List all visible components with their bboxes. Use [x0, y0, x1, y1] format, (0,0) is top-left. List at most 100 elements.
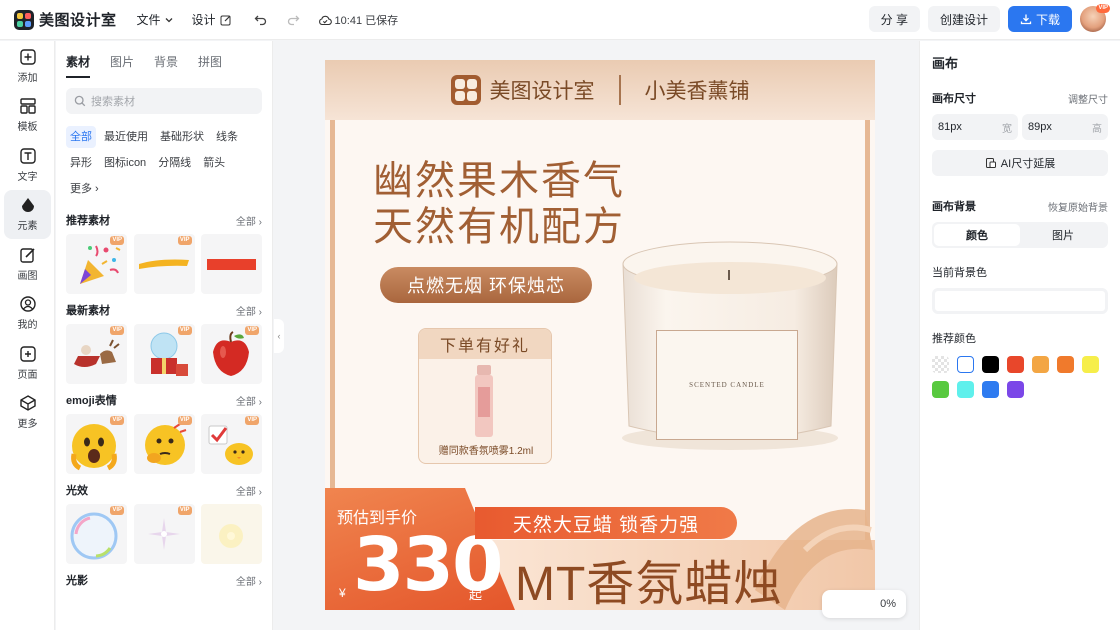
color-swatch[interactable]	[982, 356, 999, 373]
user-icon	[19, 296, 36, 312]
glow-effect[interactable]	[201, 504, 262, 564]
section-all-link[interactable]: 全部 ›	[236, 213, 262, 228]
section-all-link[interactable]: 全部 ›	[236, 483, 262, 498]
color-swatch[interactable]	[1057, 356, 1074, 373]
user-avatar[interactable]: VIP	[1080, 4, 1110, 32]
tab-images[interactable]: 图片	[110, 53, 134, 78]
rail-item-draw[interactable]: 画图	[0, 239, 55, 289]
search-input[interactable]: 搜索素材	[66, 88, 262, 114]
section-all-label: 全部	[235, 306, 256, 318]
color-swatch[interactable]	[932, 356, 949, 373]
chip-dividers[interactable]: 分隔线	[154, 152, 195, 174]
rail-item-text[interactable]: 文字	[0, 140, 55, 190]
color-swatch[interactable]	[1032, 356, 1049, 373]
rail-item-user[interactable]: 我的	[0, 289, 55, 339]
create-design-button[interactable]: 创建设计	[927, 6, 1000, 32]
gift-card[interactable]: 下单有好礼 赠同款香氛喷雾1.2ml	[418, 328, 552, 464]
filter-chips: 全部 最近使用 基础形状 线条 异形 图标icon 分隔线 箭头 更多 ›	[66, 126, 266, 204]
vip-badge: VIP	[177, 326, 192, 335]
download-button[interactable]: 下载	[1007, 6, 1072, 32]
chip-irregular[interactable]: 异形	[66, 152, 96, 174]
ai-resize-label: AI尺寸延展	[1000, 158, 1056, 170]
color-swatch[interactable]	[957, 356, 974, 373]
color-swatch[interactable]	[1007, 381, 1024, 398]
snow-globe-gift-sticker[interactable]: VIP	[133, 324, 195, 384]
rail-item-plus-square[interactable]: 添加	[0, 41, 55, 91]
height-value: 89px	[1028, 121, 1052, 133]
candle-label: SCENTED CANDLE	[656, 330, 798, 440]
reset-bg-link[interactable]: 恢复原始背景	[1048, 199, 1108, 214]
tab-image[interactable]: 图片	[1020, 224, 1106, 246]
width-field[interactable]: 81px 宽	[932, 114, 1018, 140]
color-swatch[interactable]	[932, 381, 949, 398]
chip-more[interactable]: 更多 ›	[66, 178, 103, 200]
chip-lines[interactable]: 线条	[212, 126, 242, 148]
tab-backgrounds[interactable]: 背景	[154, 53, 178, 78]
rail-item-cube[interactable]: 更多	[0, 388, 55, 438]
avatar-vip-badge: VIP	[1096, 4, 1110, 13]
feature-pill[interactable]: 点燃无烟 环保烛芯	[380, 267, 592, 303]
red-apple-sticker[interactable]: VIP	[201, 324, 262, 384]
undo-button[interactable]	[250, 9, 272, 31]
chip-arrows[interactable]: 箭头	[199, 152, 229, 174]
brand-logo-icon	[450, 75, 481, 105]
design-menu[interactable]: 设计	[192, 11, 232, 28]
checkbox-chick-sticker[interactable]: VIP	[201, 414, 262, 474]
plus-square-icon	[19, 49, 36, 65]
page-icon	[19, 346, 36, 362]
tab-collage[interactable]: 拼图	[198, 53, 222, 78]
shocked-emoji[interactable]: VIP	[66, 414, 127, 474]
chip-all[interactable]: 全部	[66, 126, 96, 148]
red-bar-shape[interactable]	[201, 234, 262, 294]
slogan-banner[interactable]: 天然大豆蜡 锁香力强	[475, 507, 737, 539]
ai-resize-button[interactable]: AI尺寸延展	[932, 150, 1108, 176]
vip-badge: VIP	[245, 416, 259, 425]
section-all-link[interactable]: 全部 ›	[236, 573, 262, 588]
share-button[interactable]: 分 享	[868, 6, 920, 32]
top-bar: 美图设计室 文件 设计 10:41 已保存 分 享 创建设计 下载 VIP	[0, 0, 1120, 40]
thinking-emoji[interactable]: VIP	[133, 414, 195, 474]
rail-item-shapes[interactable]: 元素	[4, 189, 51, 239]
app-logo[interactable]: 美图设计室	[14, 9, 117, 30]
width-unit: 宽	[1002, 123, 1012, 135]
brush-stroke-yellow[interactable]: VIP	[133, 234, 195, 294]
tab-materials[interactable]: 素材	[66, 53, 91, 78]
chip-recent[interactable]: 最近使用	[100, 126, 152, 148]
redo-button[interactable]	[282, 9, 304, 31]
file-menu[interactable]: 文件	[137, 11, 174, 28]
product-title[interactable]: MT香氛蜡烛	[515, 544, 782, 610]
party-popper-sticker[interactable]: VIP	[66, 234, 127, 294]
resize-link[interactable]: 调整尺寸	[1068, 91, 1108, 106]
sparkle-effect[interactable]: VIP	[133, 504, 195, 564]
section-all-label: 全部	[235, 396, 256, 408]
poster-headline[interactable]: 幽然果木香气 天然有机配方	[373, 158, 625, 250]
section-light-effects: 光效 全部 › VIP VIP	[66, 480, 262, 564]
color-swatch[interactable]	[982, 381, 999, 398]
chip-icons[interactable]: 图标icon	[100, 152, 150, 174]
color-swatch[interactable]	[957, 381, 974, 398]
color-swatches	[932, 356, 1112, 406]
poster-header[interactable]: 美图设计室 小美香薰铺	[325, 60, 875, 120]
headline-line-2: 天然有机配方	[373, 205, 625, 249]
search-placeholder: 搜索素材	[91, 96, 135, 108]
reindeer-sleigh-sticker[interactable]: VIP	[66, 324, 127, 384]
save-status: 10:41 已保存	[318, 12, 398, 28]
section-recommended: 推荐素材 全部 › VIP VIP	[66, 210, 262, 294]
poster-canvas[interactable]: 美图设计室 小美香薰铺 幽然果木香气 天然有机配方 点燃无烟 环保烛芯 下单有好…	[325, 60, 875, 610]
rail-item-template[interactable]: 模板	[0, 91, 55, 141]
tab-color[interactable]: 颜色	[934, 224, 1020, 246]
section-all-link[interactable]: 全部 ›	[236, 303, 262, 318]
draw-icon	[19, 248, 35, 263]
canvas-area: ‹ 美图设计室 小美香薰铺 幽然果木香气 天然有机配方 点燃无烟 环保烛芯 下单…	[274, 41, 918, 630]
color-swatch[interactable]	[1007, 356, 1024, 373]
chip-basic-shapes[interactable]: 基础形状	[156, 126, 208, 148]
color-swatch[interactable]	[1082, 356, 1099, 373]
rail-item-page[interactable]: 页面	[0, 338, 55, 388]
zoom-control[interactable]: 0%	[822, 590, 906, 618]
collapse-panel-button[interactable]: ‹	[274, 319, 284, 353]
height-field[interactable]: 89px 高	[1022, 114, 1108, 140]
section-all-link[interactable]: 全部 ›	[236, 393, 262, 408]
bubble-effect[interactable]: VIP	[66, 504, 127, 564]
section-title: 光影	[66, 575, 88, 587]
current-color-swatch[interactable]	[932, 288, 1108, 314]
